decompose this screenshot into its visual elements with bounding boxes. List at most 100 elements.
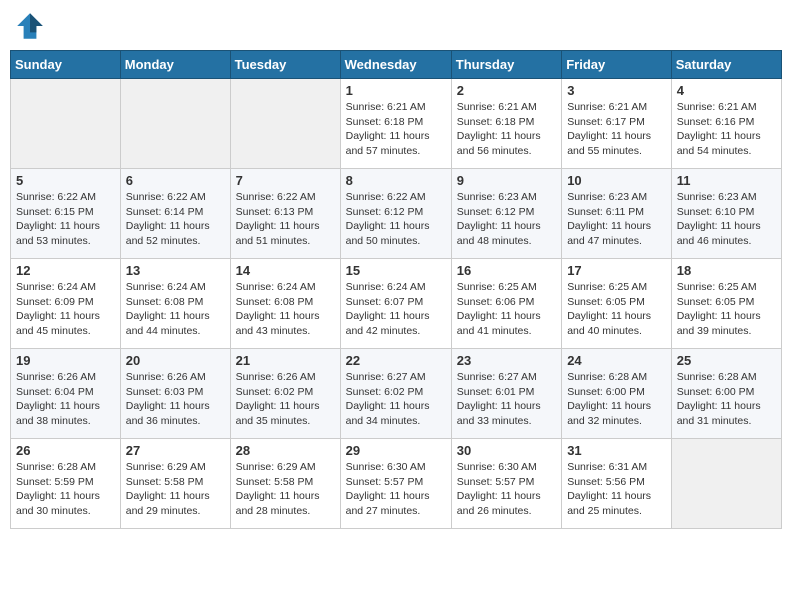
day-number: 23	[457, 353, 556, 368]
day-cell: 3Sunrise: 6:21 AM Sunset: 6:17 PM Daylig…	[562, 79, 672, 169]
day-info: Sunrise: 6:24 AM Sunset: 6:08 PM Dayligh…	[126, 280, 225, 339]
day-cell: 19 Sunrise: 6:26 AM Sunset: 6:04 PM Dayli…	[11, 349, 121, 439]
day-cell: 20 Sunrise: 6:26 AM Sunset: 6:03 PM Dayli…	[120, 349, 230, 439]
day-cell: 6Sunrise: 6:22 AM Sunset: 6:14 PM Daylig…	[120, 169, 230, 259]
day-info: Sunrise: 6:21 AM Sunset: 6:18 PM Dayligh…	[457, 100, 556, 159]
day-cell: 30Sunrise: 6:30 AM Sunset: 5:57 PM Dayli…	[451, 439, 561, 529]
day-info: Sunrise: 6:25 AM Sunset: 6:06 PM Dayligh…	[457, 280, 556, 339]
day-number: 7	[236, 173, 335, 188]
day-cell: 2Sunrise: 6:21 AM Sunset: 6:18 PM Daylig…	[451, 79, 561, 169]
day-info: Sunrise: 6:31 AM Sunset: 5:56 PM Dayligh…	[567, 460, 666, 519]
day-info: Sunrise: 6:22 AM Sunset: 6:13 PM Dayligh…	[236, 190, 335, 249]
day-number: 16	[457, 263, 556, 278]
day-info: Sunrise: 6:21 AM Sunset: 6:18 PM Dayligh…	[346, 100, 446, 159]
day-cell: 29 Sunrise: 6:30 AM Sunset: 5:57 PM Dayli…	[340, 439, 451, 529]
day-number: 27	[126, 443, 225, 458]
day-cell: 17 Sunrise: 6:25 AM Sunset: 6:05 PM Dayli…	[562, 259, 672, 349]
day-number: 24	[567, 353, 666, 368]
day-cell	[120, 79, 230, 169]
logo-icon	[14, 10, 46, 42]
day-cell: 31 Sunrise: 6:31 AM Sunset: 5:56 PM Dayli…	[562, 439, 672, 529]
week-row-5: 26Sunrise: 6:28 AM Sunset: 5:59 PM Dayli…	[11, 439, 782, 529]
weekday-header-sunday: Sunday	[11, 51, 121, 79]
day-info: Sunrise: 6:27 AM Sunset: 6:02 PM Dayligh…	[346, 370, 446, 429]
day-info: Sunrise: 6:28 AM Sunset: 6:00 PM Dayligh…	[567, 370, 666, 429]
day-info: Sunrise: 6:23 AM Sunset: 6:10 PM Dayligh…	[677, 190, 776, 249]
day-info: Sunrise: 6:26 AM Sunset: 6:03 PM Dayligh…	[126, 370, 225, 429]
day-cell: 23 Sunrise: 6:27 AM Sunset: 6:01 PM Dayli…	[451, 349, 561, 439]
weekday-header-thursday: Thursday	[451, 51, 561, 79]
day-info: Sunrise: 6:21 AM Sunset: 6:17 PM Dayligh…	[567, 100, 666, 159]
day-info: Sunrise: 6:30 AM Sunset: 5:57 PM Dayligh…	[346, 460, 446, 519]
day-cell: 18 Sunrise: 6:25 AM Sunset: 6:05 PM Dayli…	[671, 259, 781, 349]
day-info: Sunrise: 6:23 AM Sunset: 6:12 PM Dayligh…	[457, 190, 556, 249]
day-cell: 11 Sunrise: 6:23 AM Sunset: 6:10 PM Dayli…	[671, 169, 781, 259]
day-info: Sunrise: 6:25 AM Sunset: 6:05 PM Dayligh…	[677, 280, 776, 339]
weekday-header-row: SundayMondayTuesdayWednesdayThursdayFrid…	[11, 51, 782, 79]
day-cell: 5 Sunrise: 6:22 AM Sunset: 6:15 PM Daylig…	[11, 169, 121, 259]
day-number: 22	[346, 353, 446, 368]
day-cell: 22 Sunrise: 6:27 AM Sunset: 6:02 PM Dayli…	[340, 349, 451, 439]
day-number: 5	[16, 173, 115, 188]
day-cell: 7 Sunrise: 6:22 AM Sunset: 6:13 PM Daylig…	[230, 169, 340, 259]
day-number: 25	[677, 353, 776, 368]
day-number: 19	[16, 353, 115, 368]
weekday-header-friday: Friday	[562, 51, 672, 79]
day-info: Sunrise: 6:28 AM Sunset: 6:00 PM Dayligh…	[677, 370, 776, 429]
day-cell: 15 Sunrise: 6:24 AM Sunset: 6:07 PM Dayli…	[340, 259, 451, 349]
weekday-header-saturday: Saturday	[671, 51, 781, 79]
day-number: 30	[457, 443, 556, 458]
day-number: 11	[677, 173, 776, 188]
day-number: 21	[236, 353, 335, 368]
day-cell	[671, 439, 781, 529]
day-number: 31	[567, 443, 666, 458]
day-number: 8	[346, 173, 446, 188]
day-info: Sunrise: 6:27 AM Sunset: 6:01 PM Dayligh…	[457, 370, 556, 429]
day-info: Sunrise: 6:26 AM Sunset: 6:02 PM Dayligh…	[236, 370, 335, 429]
day-info: Sunrise: 6:26 AM Sunset: 6:04 PM Dayligh…	[16, 370, 115, 429]
day-cell: 16 Sunrise: 6:25 AM Sunset: 6:06 PM Dayli…	[451, 259, 561, 349]
page-header	[10, 10, 782, 42]
day-cell: 24 Sunrise: 6:28 AM Sunset: 6:00 PM Dayli…	[562, 349, 672, 439]
day-cell: 12Sunrise: 6:24 AM Sunset: 6:09 PM Dayli…	[11, 259, 121, 349]
day-number: 4	[677, 83, 776, 98]
day-info: Sunrise: 6:29 AM Sunset: 5:58 PM Dayligh…	[236, 460, 335, 519]
week-row-1: 1 Sunrise: 6:21 AM Sunset: 6:18 PM Daylig…	[11, 79, 782, 169]
day-number: 17	[567, 263, 666, 278]
day-number: 26	[16, 443, 115, 458]
day-cell	[11, 79, 121, 169]
day-number: 15	[346, 263, 446, 278]
day-info: Sunrise: 6:29 AM Sunset: 5:58 PM Dayligh…	[126, 460, 225, 519]
day-cell: 21 Sunrise: 6:26 AM Sunset: 6:02 PM Dayli…	[230, 349, 340, 439]
day-cell: 26Sunrise: 6:28 AM Sunset: 5:59 PM Dayli…	[11, 439, 121, 529]
weekday-header-wednesday: Wednesday	[340, 51, 451, 79]
day-cell: 14Sunrise: 6:24 AM Sunset: 6:08 PM Dayli…	[230, 259, 340, 349]
day-number: 9	[457, 173, 556, 188]
day-info: Sunrise: 6:22 AM Sunset: 6:12 PM Dayligh…	[346, 190, 446, 249]
day-cell: 25 Sunrise: 6:28 AM Sunset: 6:00 PM Dayli…	[671, 349, 781, 439]
day-cell: 8 Sunrise: 6:22 AM Sunset: 6:12 PM Daylig…	[340, 169, 451, 259]
day-number: 6	[126, 173, 225, 188]
day-cell: 10 Sunrise: 6:23 AM Sunset: 6:11 PM Dayli…	[562, 169, 672, 259]
day-cell: 13 Sunrise: 6:24 AM Sunset: 6:08 PM Dayli…	[120, 259, 230, 349]
day-number: 20	[126, 353, 225, 368]
day-number: 1	[346, 83, 446, 98]
logo	[14, 10, 50, 42]
day-number: 10	[567, 173, 666, 188]
day-number: 18	[677, 263, 776, 278]
day-number: 14	[236, 263, 335, 278]
day-number: 13	[126, 263, 225, 278]
day-number: 28	[236, 443, 335, 458]
day-number: 29	[346, 443, 446, 458]
day-cell: 28 Sunrise: 6:29 AM Sunset: 5:58 PM Dayli…	[230, 439, 340, 529]
day-info: Sunrise: 6:24 AM Sunset: 6:07 PM Dayligh…	[346, 280, 446, 339]
day-number: 12	[16, 263, 115, 278]
weekday-header-monday: Monday	[120, 51, 230, 79]
day-info: Sunrise: 6:23 AM Sunset: 6:11 PM Dayligh…	[567, 190, 666, 249]
day-info: Sunrise: 6:22 AM Sunset: 6:15 PM Dayligh…	[16, 190, 115, 249]
day-cell: 9 Sunrise: 6:23 AM Sunset: 6:12 PM Daylig…	[451, 169, 561, 259]
weekday-header-tuesday: Tuesday	[230, 51, 340, 79]
day-info: Sunrise: 6:25 AM Sunset: 6:05 PM Dayligh…	[567, 280, 666, 339]
week-row-4: 19 Sunrise: 6:26 AM Sunset: 6:04 PM Dayli…	[11, 349, 782, 439]
week-row-3: 12Sunrise: 6:24 AM Sunset: 6:09 PM Dayli…	[11, 259, 782, 349]
